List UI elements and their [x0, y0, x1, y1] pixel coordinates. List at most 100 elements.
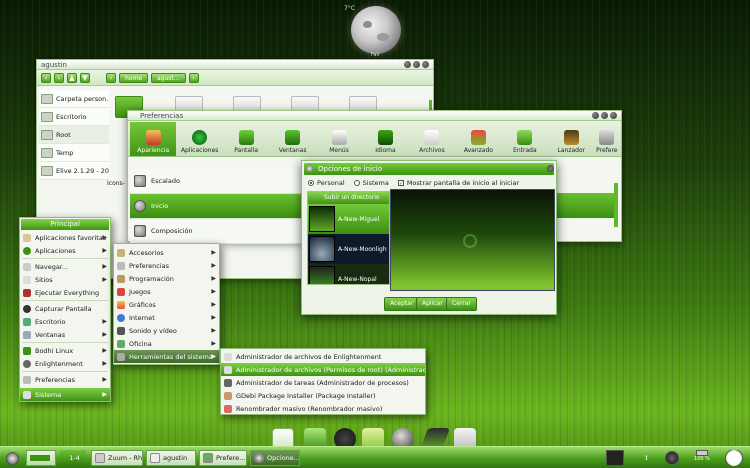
place-elive-disk[interactable]: Elive 2.1.29 - 20: [39, 162, 109, 180]
theme-thumbnail: [309, 266, 335, 284]
file-manager-titlebar[interactable]: agustin: [37, 60, 433, 70]
show-splash-checkbox[interactable]: ✓: [397, 179, 404, 186]
close-button[interactable]: [422, 61, 429, 68]
menu-item-games[interactable]: Juegos ▶: [114, 285, 219, 298]
menu-item-desktop[interactable]: Escritorio ▶: [20, 315, 110, 328]
category-startup[interactable]: Inicio: [130, 194, 302, 219]
close-button[interactable]: [547, 165, 554, 172]
composite-icon: [134, 225, 146, 237]
tab-applications[interactable]: Aplicaciones: [176, 122, 222, 156]
place-personal-folder[interactable]: Carpeta person...: [39, 90, 109, 108]
forward-icon[interactable]: ›: [54, 72, 64, 83]
minimize-button[interactable]: [404, 61, 411, 68]
start-menu-button[interactable]: [4, 450, 20, 466]
menu-item-enlightenment[interactable]: Enlightenment ▶: [20, 357, 110, 370]
task-agustin[interactable]: agustin: [146, 450, 196, 466]
clock-widget[interactable]: [724, 450, 746, 466]
tab-menus[interactable]: Menús: [316, 122, 362, 156]
task-startup-options[interactable]: Opcione...: [250, 450, 300, 466]
task-zuum[interactable]: Zuum - Rh...: [91, 450, 143, 466]
radio-personal[interactable]: [308, 179, 314, 186]
desktop-icon: [41, 111, 53, 122]
start-icon: [6, 451, 19, 465]
place-root[interactable]: Root: [39, 126, 109, 144]
dialog-titlebar[interactable]: Opciones de inicio: [304, 163, 554, 175]
menu-item-root-file-manager[interactable]: Administrador de archivos (Permisos de r…: [221, 363, 425, 376]
menu-item-sound-video[interactable]: Sonido y vídeo ▶: [114, 324, 219, 337]
category-scaling[interactable]: Escalado: [130, 169, 302, 194]
up-icon[interactable]: ▲: [67, 72, 77, 83]
maximize-button[interactable]: [413, 61, 420, 68]
tab-screen[interactable]: Pantalla: [223, 122, 269, 156]
menu-item-applications[interactable]: Aplicaciones ▶: [20, 244, 110, 257]
apply-button[interactable]: Aplicar: [416, 297, 449, 311]
back-icon[interactable]: ‹: [41, 72, 51, 83]
battery-indicator[interactable]: 100 %: [690, 450, 714, 466]
menu-item-programming[interactable]: Programación ▶: [114, 272, 219, 285]
preferences-icon: [23, 375, 31, 384]
theme-thumbnail: [309, 206, 335, 232]
menu-item-graphics[interactable]: Gráficos ▶: [114, 298, 219, 311]
task-preferences[interactable]: Prefere...: [199, 450, 247, 466]
scrollbar[interactable]: [614, 183, 618, 227]
folder-icon: [224, 352, 232, 361]
dialog-menu-icon[interactable]: [306, 165, 313, 172]
camera-icon: [23, 304, 31, 313]
menu-item-task-manager[interactable]: Administrador de tareas (Administrador d…: [221, 376, 425, 389]
list-item[interactable]: A-New-Nopal: [308, 264, 389, 284]
place-desktop[interactable]: Escritorio: [39, 108, 109, 126]
menu-item-places[interactable]: Sitios ▶: [20, 273, 110, 286]
path-back-icon[interactable]: ‹: [106, 72, 116, 83]
workspace-pager[interactable]: 1-4: [60, 450, 86, 466]
close-dialog-button[interactable]: Cerrar: [446, 297, 477, 311]
breadcrumb-user[interactable]: agust...: [151, 72, 186, 83]
path-forward-icon[interactable]: ›: [188, 72, 199, 83]
radio-system[interactable]: [353, 179, 360, 186]
up-directory-button[interactable]: Subir un directorio: [308, 192, 389, 204]
menu-item-screenshot[interactable]: Capturar Pantalla: [20, 302, 110, 315]
menu-item-internet[interactable]: Internet ▶: [114, 311, 219, 324]
show-desktop-button[interactable]: [26, 450, 56, 466]
tray-camera-icon[interactable]: [662, 450, 680, 466]
tab-language[interactable]: Idioma: [362, 122, 408, 156]
menu-item-browse[interactable]: Navegar... ▶: [20, 260, 110, 273]
menu-item-system-tools[interactable]: Herramientas del sistema ▶: [114, 350, 219, 363]
breadcrumb-home[interactable]: home: [119, 72, 149, 83]
ok-button[interactable]: Aceptar: [384, 297, 420, 311]
menu-item-file-manager[interactable]: Administrador de archivos de Enlightenme…: [221, 350, 425, 363]
folder-icon: [424, 130, 440, 145]
window-title: Preferencias: [140, 111, 184, 120]
menu-item-preferences[interactable]: Preferencias ▶: [20, 373, 110, 386]
list-item[interactable]: A-New-Miguel: [308, 204, 389, 234]
category-composite[interactable]: Composición: [130, 219, 302, 244]
minimize-button[interactable]: [592, 112, 599, 119]
menu-item-preferences[interactable]: Preferencias ▶: [114, 259, 219, 272]
tab-files[interactable]: Archivos: [409, 122, 455, 156]
home-icon[interactable]: ▼: [80, 72, 90, 83]
tab-input[interactable]: Entrada: [502, 122, 548, 156]
menu-item-bodhi-linux[interactable]: Bodhi Linux ▶: [20, 344, 110, 357]
menu-item-bulk-rename[interactable]: Renombrador masivo (Renombrador masivo): [221, 402, 425, 415]
tab-preferences[interactable]: Prefere: [595, 122, 620, 156]
tray-app-icon[interactable]: [606, 450, 624, 466]
menu-item-office[interactable]: Oficina ▶: [114, 337, 219, 350]
preferences-titlebar[interactable]: Preferencias: [128, 111, 621, 121]
maximize-button[interactable]: [601, 112, 608, 119]
menu-item-accessories[interactable]: Accesorios ▶: [114, 246, 219, 259]
menu-item-run-everything[interactable]: Ejecutar Everything: [20, 286, 110, 299]
close-button[interactable]: [610, 112, 617, 119]
weather-condition: Fair: [371, 52, 380, 58]
weather-temperature: 7°C: [344, 5, 356, 12]
place-temp[interactable]: Temp: [39, 144, 109, 162]
tab-appearance[interactable]: Apariencia: [130, 122, 177, 156]
menu-item-windows[interactable]: Ventanas ▶: [20, 328, 110, 341]
menu-item-gdebi[interactable]: GDebi Package Installer (Package Install…: [221, 389, 425, 402]
notification-icon[interactable]: !: [642, 450, 650, 466]
tab-advanced[interactable]: Avanzado: [455, 122, 501, 156]
theme-thumbnail: [309, 236, 335, 262]
list-item[interactable]: A-New-Moonligh: [308, 234, 389, 264]
tab-windows[interactable]: Ventanas: [269, 122, 315, 156]
menu-item-favorites[interactable]: Aplicaciones favoritas ▶: [20, 231, 110, 244]
tab-launcher[interactable]: Lanzador: [548, 122, 594, 156]
menu-item-system[interactable]: Sistema ▶: [20, 388, 110, 401]
